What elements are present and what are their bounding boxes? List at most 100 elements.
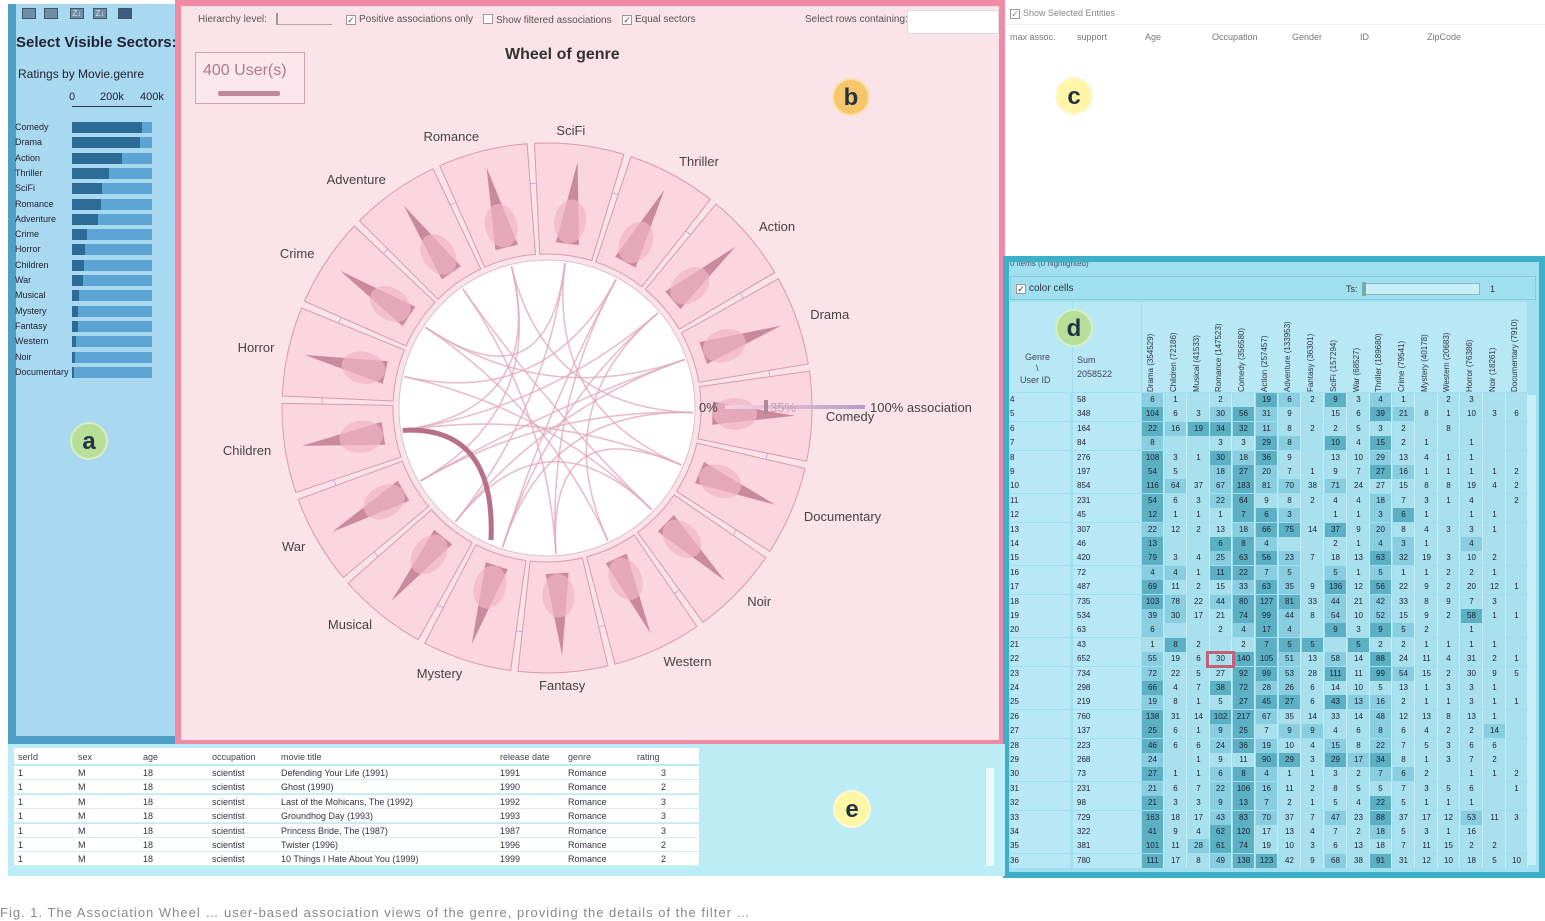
matrix-cell[interactable] bbox=[1302, 407, 1324, 422]
matrix-cell[interactable]: 15 bbox=[1370, 436, 1392, 451]
matrix-cell[interactable]: 6 bbox=[1325, 839, 1347, 854]
matrix-cell[interactable] bbox=[1165, 537, 1187, 551]
matrix-cell[interactable]: 4 bbox=[1416, 724, 1438, 739]
genre-bar[interactable] bbox=[72, 305, 79, 317]
matrix-cell[interactable]: 31 bbox=[1393, 853, 1415, 868]
matrix-cell[interactable]: 1 bbox=[1348, 508, 1370, 523]
matrix-cell[interactable] bbox=[1438, 537, 1460, 551]
matrix-cell[interactable]: 54 bbox=[1142, 465, 1164, 479]
matrix-cell[interactable]: 10 bbox=[1461, 551, 1483, 566]
matrix-cell[interactable]: 88 bbox=[1370, 652, 1392, 667]
matrix-cell[interactable] bbox=[1279, 537, 1301, 551]
matrix-column-header[interactable]: Western (20683) bbox=[1442, 296, 1457, 392]
matrix-cell[interactable]: 6 bbox=[1210, 767, 1232, 782]
matrix-cell[interactable]: 120 bbox=[1233, 825, 1255, 839]
matrix-cell[interactable]: 6 bbox=[1302, 681, 1324, 695]
matrix-cell[interactable]: 28 bbox=[1256, 681, 1278, 695]
matrix-cell[interactable]: 49 bbox=[1210, 853, 1232, 868]
genre-bar[interactable] bbox=[72, 290, 80, 302]
matrix-cell[interactable]: 18 bbox=[1233, 450, 1255, 465]
matrix-cell[interactable]: 10 bbox=[1279, 738, 1301, 753]
matrix-cell[interactable]: 3 bbox=[1302, 753, 1324, 767]
matrix-cell[interactable] bbox=[1484, 537, 1506, 551]
matrix-cell[interactable]: 1 bbox=[1416, 436, 1438, 451]
matrix-cell[interactable] bbox=[1188, 465, 1210, 479]
sector-label[interactable]: Horror bbox=[199, 340, 275, 355]
matrix-cell[interactable]: 108 bbox=[1142, 450, 1164, 465]
matrix-cell[interactable]: 37 bbox=[1393, 810, 1415, 825]
matrix-column-header[interactable]: Action (257457) bbox=[1260, 296, 1275, 392]
matrix-cell[interactable]: 8 bbox=[1142, 436, 1164, 451]
genre-bar[interactable] bbox=[72, 351, 76, 363]
matrix-row-label[interactable]: 7 bbox=[1010, 436, 1070, 451]
matrix-cell[interactable]: 1 bbox=[1461, 796, 1483, 811]
matrix-cell[interactable]: 3 bbox=[1438, 522, 1460, 537]
matrix-cell[interactable]: 42 bbox=[1370, 594, 1392, 609]
matrix-cell[interactable] bbox=[1438, 623, 1460, 638]
matrix-cell[interactable]: 9 bbox=[1348, 522, 1370, 537]
matrix-cell[interactable] bbox=[1506, 450, 1528, 465]
details-column-header[interactable]: release date bbox=[500, 752, 550, 762]
matrix-cell[interactable]: 6 bbox=[1165, 493, 1187, 508]
matrix-cell[interactable]: 12 bbox=[1438, 810, 1460, 825]
matrix-cell[interactable]: 13 bbox=[1348, 695, 1370, 710]
matrix-cell[interactable]: 1 bbox=[1302, 465, 1324, 479]
matrix-cell[interactable]: 38 bbox=[1302, 479, 1324, 494]
matrix-cell[interactable]: 21 bbox=[1142, 796, 1164, 811]
matrix-cell[interactable]: 1 bbox=[1438, 450, 1460, 465]
col-max-assoc[interactable]: max assoc. bbox=[1010, 32, 1056, 42]
matrix-cell[interactable]: 22 bbox=[1393, 580, 1415, 595]
genre-label[interactable]: Mystery bbox=[15, 306, 47, 317]
matrix-cell[interactable]: 19 bbox=[1142, 695, 1164, 710]
matrix-cell[interactable]: 7 bbox=[1393, 839, 1415, 854]
matrix-cell[interactable]: 101 bbox=[1142, 839, 1164, 854]
matrix-cell[interactable]: 8 bbox=[1302, 609, 1324, 623]
matrix-cell[interactable]: 1 bbox=[1438, 637, 1460, 652]
matrix-cell[interactable] bbox=[1506, 839, 1528, 854]
matrix-cell[interactable]: 3 bbox=[1370, 421, 1392, 436]
matrix-cell[interactable]: 14 bbox=[1348, 652, 1370, 667]
matrix-cell[interactable]: 2 bbox=[1302, 421, 1324, 436]
matrix-cell[interactable]: 4 bbox=[1233, 623, 1255, 638]
matrix-cell[interactable]: 32 bbox=[1393, 551, 1415, 566]
sector-label[interactable]: Musical bbox=[297, 617, 372, 632]
matrix-cell[interactable] bbox=[1438, 436, 1460, 451]
matrix-cell[interactable]: 61 bbox=[1210, 839, 1232, 854]
genre-label[interactable]: War bbox=[15, 275, 31, 286]
matrix-cell[interactable]: 1 bbox=[1438, 796, 1460, 811]
genre-label[interactable]: Horror bbox=[15, 244, 41, 255]
matrix-cell[interactable]: 11 bbox=[1165, 580, 1187, 595]
matrix-cell[interactable]: 11 bbox=[1279, 781, 1301, 796]
matrix-row-label[interactable]: 25 bbox=[1010, 695, 1070, 710]
matrix-cell[interactable] bbox=[1302, 623, 1324, 638]
matrix-cell[interactable]: 4 bbox=[1188, 825, 1210, 839]
col-zipcode[interactable]: ZipCode bbox=[1427, 32, 1461, 42]
matrix-cell[interactable]: 2 bbox=[1416, 767, 1438, 782]
genre-label[interactable]: Musical bbox=[15, 290, 46, 301]
matrix-cell[interactable]: 9 bbox=[1416, 580, 1438, 595]
matrix-cell[interactable]: 31 bbox=[1461, 652, 1483, 667]
matrix-cell[interactable] bbox=[1302, 565, 1324, 580]
matrix-cell[interactable]: 12 bbox=[1393, 709, 1415, 724]
ts-slider-handle[interactable] bbox=[1362, 282, 1366, 296]
matrix-cell[interactable]: 92 bbox=[1233, 666, 1255, 681]
matrix-cell[interactable]: 4 bbox=[1302, 738, 1324, 753]
matrix-cell[interactable]: 72 bbox=[1233, 681, 1255, 695]
matrix-cell[interactable]: 14 bbox=[1484, 724, 1506, 739]
matrix-cell[interactable]: 30 bbox=[1461, 666, 1483, 681]
matrix-cell[interactable]: 1 bbox=[1484, 709, 1506, 724]
matrix-cell[interactable]: 1 bbox=[1461, 465, 1483, 479]
matrix-cell[interactable]: 1 bbox=[1416, 637, 1438, 652]
sector-label[interactable]: Children bbox=[196, 443, 271, 458]
matrix-cell[interactable]: 1 bbox=[1188, 565, 1210, 580]
matrix-cell[interactable]: 9 bbox=[1210, 796, 1232, 811]
matrix-cell[interactable]: 2 bbox=[1506, 479, 1528, 494]
matrix-cell[interactable]: 2 bbox=[1506, 465, 1528, 479]
matrix-cell[interactable]: 2 bbox=[1233, 637, 1255, 652]
matrix-cell[interactable]: 15 bbox=[1325, 407, 1347, 422]
matrix-cell[interactable]: 9 bbox=[1279, 450, 1301, 465]
matrix-cell[interactable]: 13 bbox=[1393, 681, 1415, 695]
matrix-cell[interactable] bbox=[1302, 450, 1324, 465]
col-id[interactable]: ID bbox=[1360, 32, 1369, 42]
matrix-cell[interactable]: 8 bbox=[1188, 853, 1210, 868]
